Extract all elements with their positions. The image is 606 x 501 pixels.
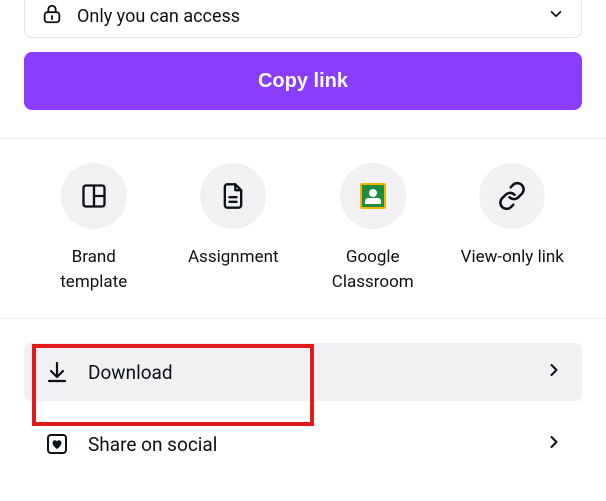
share-on-social-row[interactable]: Share on social — [24, 415, 582, 473]
chevron-right-icon — [544, 360, 564, 384]
assignment-icon — [200, 163, 266, 229]
google-classroom-icon — [340, 163, 406, 229]
download-label: Download — [88, 361, 544, 384]
brand-template-icon — [61, 163, 127, 229]
share-options-row: Brandtemplate Assignment GoogleClassroom… — [0, 139, 606, 294]
assignment-option[interactable]: Assignment — [164, 163, 304, 294]
brand-template-option[interactable]: Brandtemplate — [24, 163, 164, 294]
link-icon — [479, 163, 545, 229]
download-icon — [42, 360, 72, 384]
assignment-label: Assignment — [164, 245, 304, 270]
google-classroom-option[interactable]: GoogleClassroom — [303, 163, 443, 294]
brand-template-label: Brandtemplate — [24, 245, 164, 294]
actions-list: Download Share on social — [0, 318, 606, 473]
chevron-down-icon — [547, 5, 565, 27]
view-only-link-label: View-only link — [443, 245, 583, 270]
share-on-social-label: Share on social — [88, 433, 544, 456]
download-row[interactable]: Download — [24, 343, 582, 401]
chevron-right-icon — [544, 432, 564, 456]
google-classroom-label: GoogleClassroom — [303, 245, 443, 294]
access-dropdown[interactable]: Only you can access — [24, 0, 582, 38]
lock-icon — [41, 3, 63, 29]
copy-link-label: Copy link — [258, 70, 348, 92]
view-only-link-option[interactable]: View-only link — [443, 163, 583, 294]
copy-link-button[interactable]: Copy link — [24, 52, 582, 110]
access-label: Only you can access — [77, 6, 547, 27]
heart-icon — [42, 432, 72, 456]
